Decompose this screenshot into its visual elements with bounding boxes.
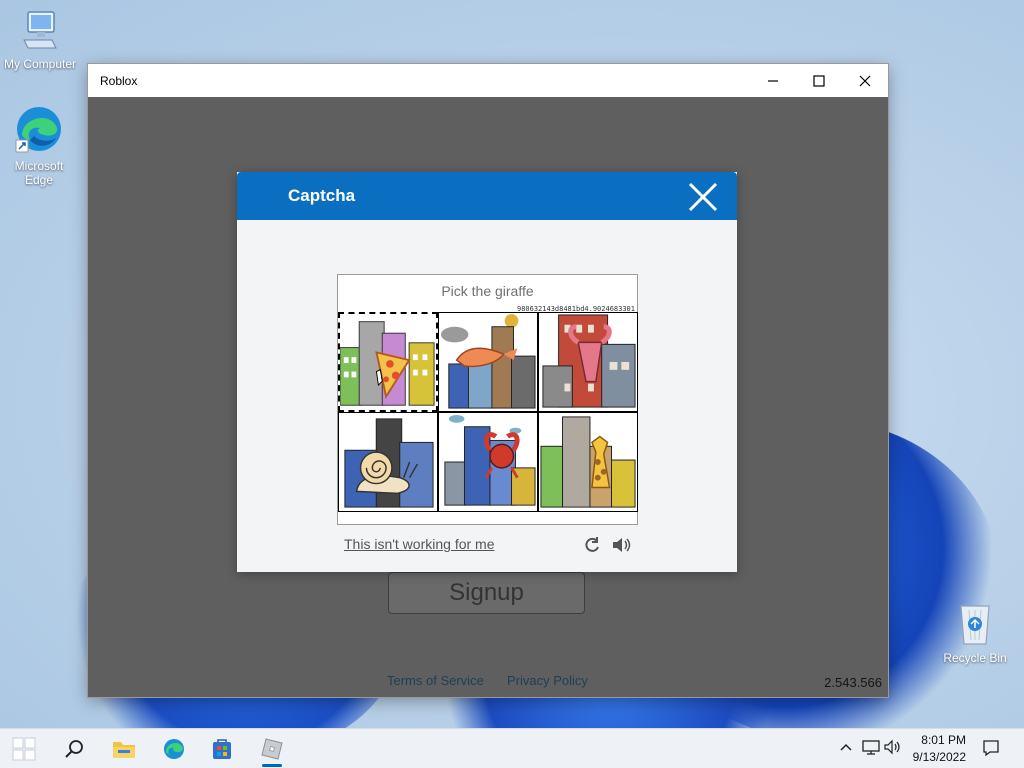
notification-icon (983, 740, 999, 757)
chevron-up-icon (840, 743, 852, 751)
lobster-icon (542, 314, 636, 408)
close-button[interactable] (842, 64, 888, 97)
desktop-icon-edge[interactable]: Microsoft Edge (0, 104, 79, 187)
network-icon (862, 740, 880, 755)
network-button[interactable] (862, 739, 880, 757)
captcha-header: Captcha (237, 172, 737, 220)
captcha-help-link[interactable]: This isn't working for me (344, 536, 495, 552)
maximize-icon (813, 74, 825, 87)
tray-overflow-button[interactable] (838, 739, 856, 757)
version-label: 2.543.566 (824, 675, 882, 690)
roblox-icon (261, 738, 283, 760)
search-icon (65, 740, 83, 758)
captcha-close-button[interactable] (687, 181, 719, 213)
desktop-icon-label: Microsoft Edge (14, 159, 64, 187)
close-icon (688, 182, 718, 212)
clock-date: 9/13/2022 (912, 750, 966, 764)
captcha-dialog: Captcha Pick the giraffe 980632143d8481b… (237, 172, 737, 572)
reload-icon (585, 537, 599, 552)
roblox-taskbar-button[interactable] (254, 733, 290, 767)
signup-button[interactable]: Signup (388, 572, 585, 614)
minimize-button[interactable] (750, 64, 796, 97)
volume-icon (884, 739, 900, 755)
captcha-image-grid (338, 312, 638, 512)
clock-time: 8:01 PM (921, 733, 966, 747)
audio-button[interactable] (611, 536, 631, 556)
desktop-icon-recycle-bin[interactable]: Recycle Bin (935, 600, 1015, 665)
taskbar: 8:01 PM 9/13/2022 (0, 728, 1024, 768)
edge-icon (0, 104, 79, 157)
store-button[interactable] (204, 733, 240, 765)
captcha-title: Captcha (288, 186, 356, 205)
snail-icon (344, 418, 434, 508)
shrimp-icon (440, 313, 536, 409)
audio-icon (613, 538, 631, 552)
privacy-policy-link[interactable]: Privacy Policy (507, 673, 588, 688)
volume-button[interactable] (884, 739, 902, 757)
system-clock[interactable]: 8:01 PM 9/13/2022 (913, 732, 966, 766)
start-button[interactable] (6, 733, 42, 765)
window-title: Roblox (100, 73, 138, 88)
edge-taskbar-button[interactable] (156, 733, 192, 765)
start-icon (12, 737, 36, 761)
crab-icon (444, 414, 536, 506)
desktop-icon-label: My Computer (3, 57, 77, 71)
captcha-tile-giraffe[interactable] (538, 412, 638, 512)
captcha-tile-crab[interactable] (438, 412, 538, 512)
window-titlebar[interactable]: Roblox (88, 64, 888, 97)
pizza-icon (340, 321, 435, 406)
captcha-tile-pizza[interactable] (338, 312, 438, 412)
captcha-challenge-frame: Pick the giraffe 980632143d8481bd4.90246… (337, 274, 638, 525)
reload-button[interactable] (583, 536, 603, 556)
captcha-prompt: Pick the giraffe (441, 283, 534, 299)
computer-icon (0, 10, 80, 55)
desktop-icon-my-computer[interactable]: My Computer (0, 10, 80, 71)
giraffe-icon (540, 416, 636, 508)
file-explorer-button[interactable] (106, 733, 142, 765)
desktop-icon-label: Recycle Bin (943, 651, 1007, 665)
minimize-icon (768, 79, 778, 82)
search-button[interactable] (56, 733, 92, 765)
captcha-tile-snail[interactable] (338, 412, 438, 512)
terms-of-service-link[interactable]: Terms of Service (387, 673, 484, 688)
recycle-bin-icon (935, 600, 1015, 649)
captcha-tile-shrimp[interactable] (438, 312, 538, 412)
store-icon (213, 739, 231, 759)
edge-icon (164, 739, 184, 759)
close-icon (859, 75, 871, 86)
file-explorer-icon (113, 742, 135, 758)
captcha-tile-lobster[interactable] (538, 312, 638, 412)
maximize-button[interactable] (796, 64, 842, 97)
notifications-button[interactable] (982, 739, 1000, 757)
